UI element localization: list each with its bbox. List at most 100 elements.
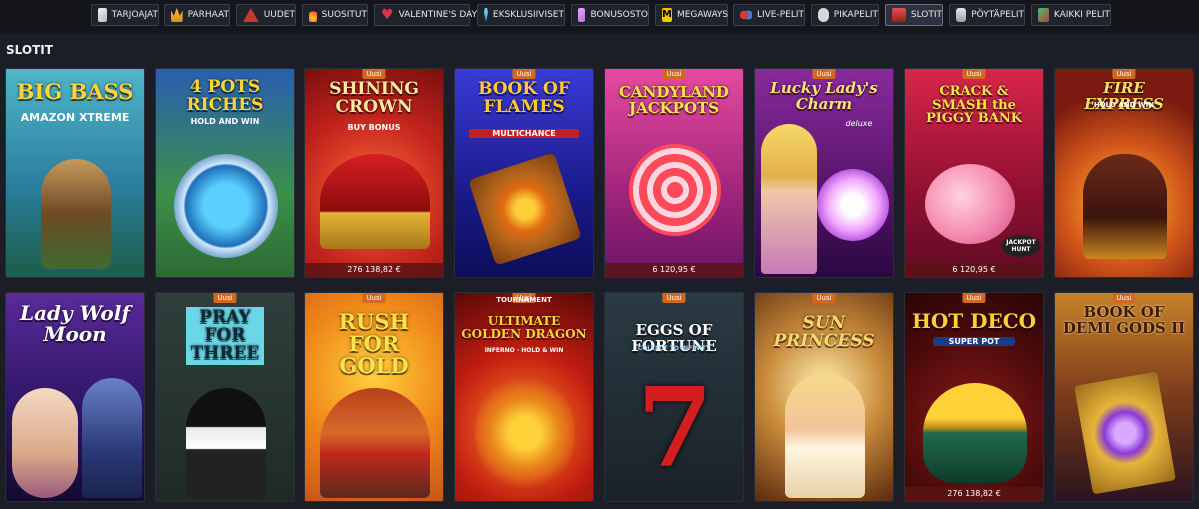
category-nav: TARJOAJAT PARHAAT UUDET SUOSITUT ♥ VALEN…	[0, 0, 1199, 34]
game-subtitle: SUPER POT	[933, 337, 1015, 346]
fire-icon	[309, 8, 317, 22]
nav-label: BONUSOSTO	[590, 10, 648, 20]
nav-label: PARHAAT	[187, 10, 229, 20]
lollipop-illustration	[629, 144, 721, 236]
game-title: BOOK OF FLAMES	[478, 79, 570, 117]
fisherman-illustration	[41, 159, 111, 269]
game-tile-crack-and-smash[interactable]: Uusi CRACK & SMASH the PIGGY BANK JACKPO…	[904, 68, 1044, 278]
nav-parhaat[interactable]: PARHAAT	[164, 4, 230, 26]
gold-pot-illustration	[923, 383, 1027, 483]
tournament-tag: TOURNAMENT	[496, 296, 552, 304]
nav-label: SUOSITUT	[321, 10, 367, 20]
game-tile-candyland-jackpots[interactable]: Uusi CANDYLAND JACKPOTS 6 120,95 €	[604, 68, 744, 278]
new-badge: Uusi	[362, 69, 386, 79]
piggy-bank-illustration	[925, 164, 1015, 244]
game-subtitle: HOLD AND WIN	[1093, 101, 1155, 109]
game-tile-rush-for-gold[interactable]: Uusi RUSH FOR GOLD	[304, 292, 444, 502]
megaways-icon: M	[662, 8, 672, 22]
game-tile-book-of-flames[interactable]: Uusi BOOK OF FLAMES MULTICHANCE	[454, 68, 594, 278]
game-tile-big-bass-amazon-xtreme[interactable]: BIG BASS AMAZON XTREME	[5, 68, 145, 278]
game-subtitle: HOLD AND WIN	[190, 117, 260, 126]
nav-bonusosto[interactable]: BONUSOSTO	[571, 4, 649, 26]
game-subtitle: MULTICHANCE	[469, 129, 579, 138]
game-title: CANDYLAND JACKPOTS	[619, 83, 729, 117]
nav-label: LIVE-PELIT	[756, 10, 804, 20]
nav-live-pelit[interactable]: LIVE-PELIT	[733, 4, 805, 26]
lucky-seven-illustration: 7	[636, 363, 714, 492]
cards-icon	[98, 8, 107, 22]
chips-icon	[740, 8, 752, 22]
train-illustration	[1083, 154, 1167, 259]
game-title: SHINING CROWN	[329, 79, 419, 117]
lady-illustration	[761, 124, 817, 274]
game-title: Lady Wolf Moon	[20, 301, 130, 346]
bonus-icon	[578, 8, 586, 22]
slot-icon	[892, 8, 906, 22]
nav-label: PIKAPELIT	[833, 10, 878, 20]
lady-face-illustration	[12, 388, 78, 498]
wolf-illustration	[82, 378, 142, 498]
game-tile-sun-princess[interactable]: Uusi SUN PRINCESS	[754, 292, 894, 502]
crown-icon	[171, 8, 183, 22]
nav-poytapelit[interactable]: PÖYTÄPELIT	[949, 4, 1025, 26]
nav-megaways[interactable]: M MEGAWAYS	[655, 4, 728, 26]
game-title: RUSH FOR GOLD	[338, 309, 410, 379]
heart-icon: ♥	[381, 7, 394, 23]
game-title: BIG BASS	[16, 79, 134, 104]
game-title: ULTIMATE GOLDEN DRAGON	[461, 314, 587, 341]
new-badge: Uusi	[213, 293, 237, 303]
nav-label: TARJOAJAT	[111, 10, 158, 20]
nav-eksklusiiviset[interactable]: EKSKLUSIIVISET	[477, 4, 565, 26]
nav-label: PÖYTÄPELIT	[971, 10, 1024, 20]
jackpot-amount: 276 138,82 €	[905, 487, 1043, 501]
new-badge: Uusi	[512, 69, 536, 79]
nav-uudet[interactable]: UUDET	[236, 4, 296, 26]
crown-illustration	[320, 154, 430, 249]
game-subtitle: JACKPOT HUNT	[1001, 235, 1041, 257]
nav-pikapelit[interactable]: PIKAPELIT	[811, 4, 879, 26]
table-icon	[956, 8, 967, 22]
crystal-ball-illustration	[817, 169, 889, 241]
game-title: PRAY FOR THREE	[186, 307, 264, 365]
game-subtitle: BUY BONUS	[347, 123, 401, 132]
new-icon	[243, 8, 259, 22]
new-badge: Uusi	[1112, 293, 1136, 303]
nav-label: VALENTINE'S DAY	[398, 10, 478, 20]
game-tile-pray-for-three[interactable]: Uusi PRAY FOR THREE	[155, 292, 295, 502]
new-badge: Uusi	[812, 69, 836, 79]
game-tile-4-pots-riches[interactable]: 4 POTS RICHES HOLD AND WIN	[155, 68, 295, 278]
game-tile-hot-deco[interactable]: Uusi HOT DECO SUPER POT 276 138,82 €	[904, 292, 1044, 502]
nav-kaikki-pelit[interactable]: KAIKKI PELIT	[1031, 4, 1111, 26]
game-tile-ultimate-golden-dragon[interactable]: Uusi TOURNAMENT ULTIMATE GOLDEN DRAGON I…	[454, 292, 594, 502]
nav-label: UUDET	[263, 10, 295, 20]
new-badge: Uusi	[662, 293, 686, 303]
game-tile-fire-express[interactable]: Uusi FIRE EXPRESS HOLD AND WIN	[1054, 68, 1194, 278]
nav-valentines-day[interactable]: ♥ VALENTINE'S DAY	[374, 4, 477, 26]
new-badge: Uusi	[662, 69, 686, 79]
nav-label: SLOTIT	[910, 10, 942, 20]
nav-suositut[interactable]: SUOSITUT	[302, 4, 368, 26]
new-badge: Uusi	[962, 293, 986, 303]
game-subtitle: deluxe	[845, 119, 873, 128]
gamepad-icon	[818, 8, 829, 22]
game-title: BOOK OF DEMI GODS II	[1062, 303, 1186, 337]
new-badge: Uusi	[962, 69, 986, 79]
nav-label: MEGAWAYS	[676, 10, 729, 20]
nav-tarjoajat[interactable]: TARJOAJAT	[91, 4, 159, 26]
game-tile-lady-wolf-moon[interactable]: Lady Wolf Moon	[5, 292, 145, 502]
nav-slotit[interactable]: SLOTIT	[885, 4, 943, 26]
diamond-icon	[484, 8, 488, 22]
new-badge: Uusi	[812, 293, 836, 303]
game-tile-shining-crown[interactable]: Uusi SHINING CROWN BUY BONUS 276 138,82 …	[304, 68, 444, 278]
game-tile-book-of-demi-gods-ii[interactable]: Uusi BOOK OF DEMI GODS II	[1054, 292, 1194, 502]
game-title: 4 POTS RICHES	[186, 77, 264, 115]
new-badge: Uusi	[362, 293, 386, 303]
game-subtitle: COLLECT TO INFINITY	[637, 345, 711, 352]
game-tile-lucky-ladys-charm[interactable]: Uusi Lucky Lady's Charm deluxe	[754, 68, 894, 278]
clover-coin-illustration	[174, 154, 278, 258]
miner-illustration	[320, 388, 430, 498]
game-subtitle: AMAZON XTREME	[20, 111, 130, 124]
princess-illustration	[785, 373, 865, 498]
game-title: SUN PRINCESS	[773, 313, 875, 351]
game-tile-eggs-of-fortune[interactable]: 7 Uusi EGGS OF FORTUNE COLLECT TO INFINI…	[604, 292, 744, 502]
